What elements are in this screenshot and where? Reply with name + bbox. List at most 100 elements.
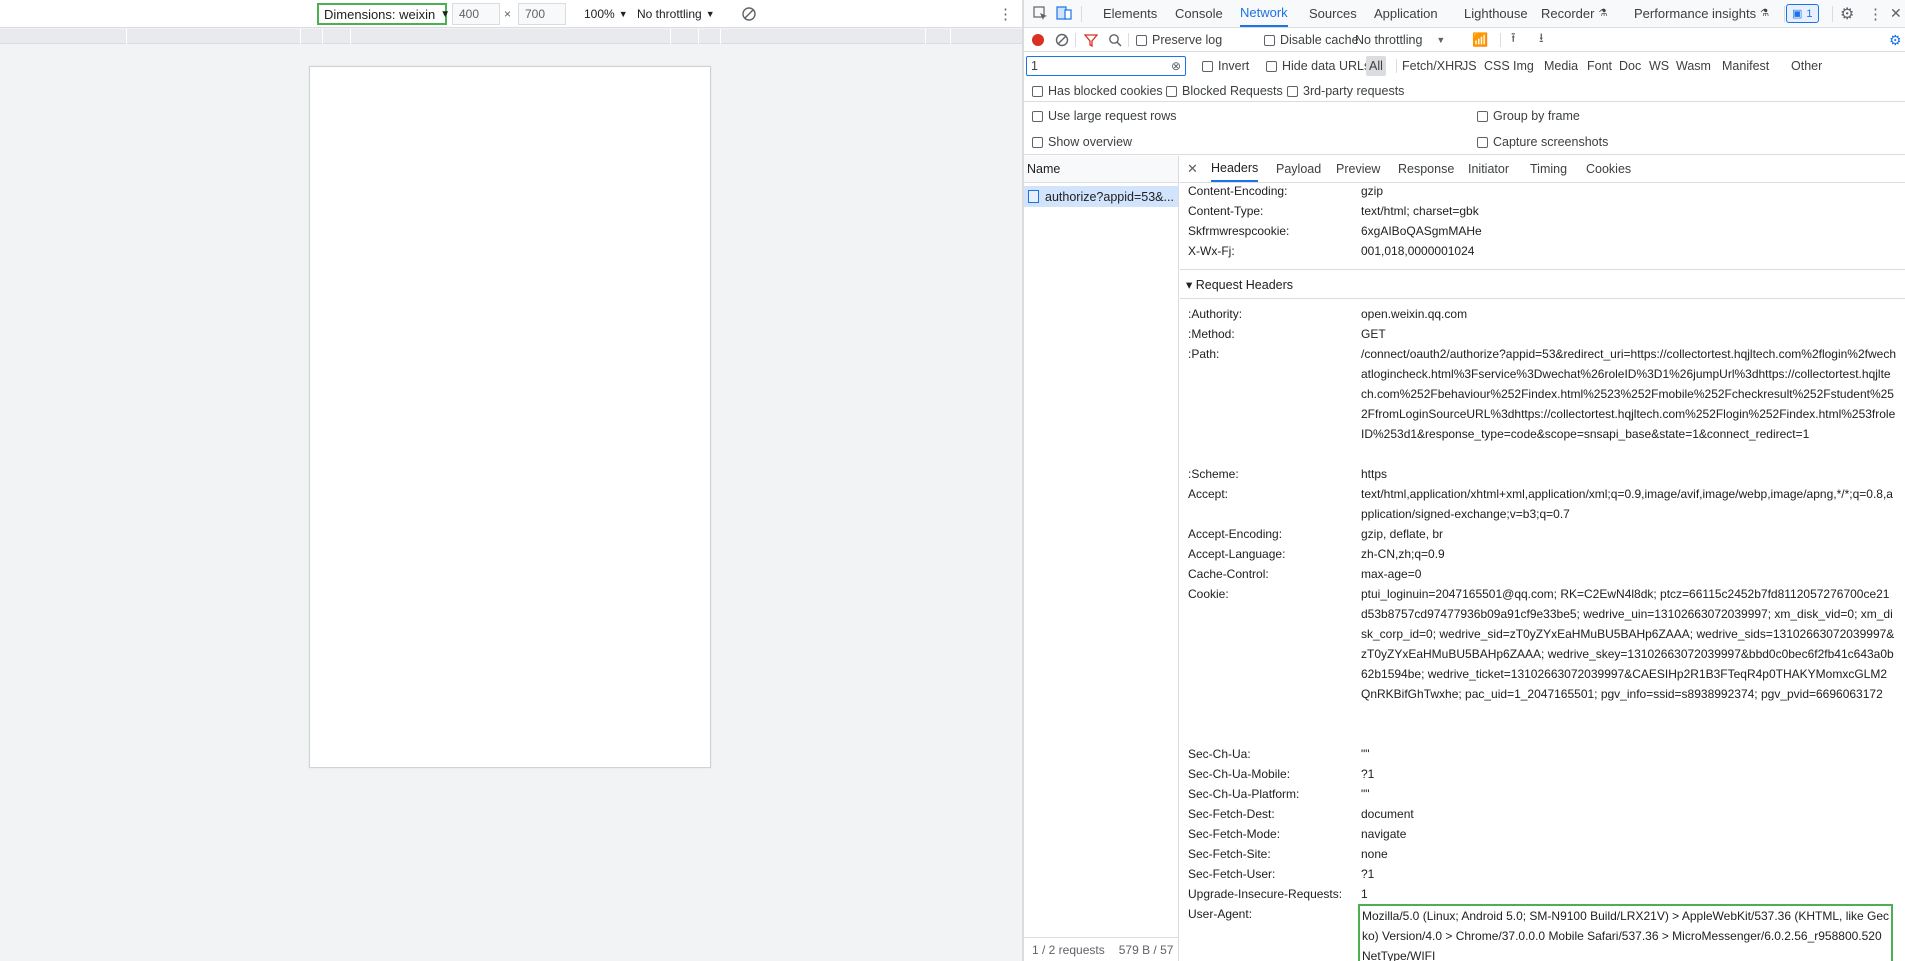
filter-input[interactable]: 1 ⊗ xyxy=(1026,56,1186,76)
throttling-select[interactable]: No throttling ▼ xyxy=(637,3,725,25)
preserve-log-label: Preserve log xyxy=(1152,33,1223,47)
preserve-log-checkbox[interactable]: Preserve log xyxy=(1136,30,1222,50)
type-filter-wasm[interactable]: Wasm xyxy=(1676,56,1711,76)
header-row: X-Wx-Fj: 001,018,0000001024 xyxy=(1180,241,1905,261)
request-list: Name authorize?appid=53&... 1 / 2 reques… xyxy=(1024,156,1179,961)
toolbar-separator xyxy=(1500,33,1501,47)
show-overview-checkbox[interactable]: Show overview xyxy=(1032,133,1132,151)
network-toolbar: Preserve log Disable cache No throttling… xyxy=(1024,28,1905,52)
header-row: Sec-Fetch-Site: none xyxy=(1180,844,1905,864)
request-row[interactable]: authorize?appid=53&... xyxy=(1024,186,1178,207)
tab-sources[interactable]: Sources xyxy=(1309,0,1357,27)
width-input[interactable]: 400 xyxy=(452,3,500,25)
issues-badge[interactable]: ▣ 1 xyxy=(1786,4,1819,23)
tab-recorder-label: Recorder xyxy=(1541,6,1595,21)
type-filter-ws[interactable]: WS xyxy=(1649,56,1669,76)
group-by-frame-label: Group by frame xyxy=(1493,109,1580,123)
dimensions-label: Dimensions: weixin xyxy=(324,6,436,22)
record-icon[interactable] xyxy=(1031,30,1045,50)
capture-screenshots-checkbox[interactable]: Capture screenshots xyxy=(1477,133,1608,151)
has-blocked-cookies-checkbox[interactable]: Has blocked cookies xyxy=(1032,82,1163,100)
request-headers-section-toggle[interactable]: ▾ Request Headers xyxy=(1180,269,1905,299)
more-options-icon[interactable]: ⋮ xyxy=(1868,0,1883,27)
device-toggle-icon[interactable] xyxy=(1054,3,1074,23)
large-rows-checkbox[interactable]: Use large request rows xyxy=(1032,107,1177,125)
type-filter-all[interactable]: All xyxy=(1366,56,1386,76)
tab-initiator[interactable]: Initiator xyxy=(1468,156,1509,182)
header-row: Upgrade-Insecure-Requests: 1 xyxy=(1180,884,1905,904)
checkbox-box xyxy=(1266,60,1277,72)
tab-recorder[interactable]: Recorder ⚗ xyxy=(1541,0,1607,27)
header-row: Sec-Fetch-User: ?1 xyxy=(1180,864,1905,884)
type-filter-media[interactable]: Media xyxy=(1544,56,1578,76)
type-filter-font[interactable]: Font xyxy=(1587,56,1612,76)
close-icon[interactable]: ✕ xyxy=(1187,156,1198,182)
group-by-frame-checkbox[interactable]: Group by frame xyxy=(1477,107,1580,125)
tab-payload[interactable]: Payload xyxy=(1276,156,1321,182)
clear-icon[interactable] xyxy=(1055,30,1069,50)
request-count: 1 / 2 requests xyxy=(1032,942,1105,957)
header-row: Accept-Language: zh-CN,zh;q=0.9 xyxy=(1180,544,1905,564)
tab-performance-insights-label: Performance insights xyxy=(1634,6,1757,21)
tab-application[interactable]: Application xyxy=(1374,0,1438,27)
type-filter-fetch-xhr[interactable]: Fetch/XHR xyxy=(1402,56,1463,76)
tab-console[interactable]: Console xyxy=(1175,0,1223,27)
header-row: Cookie: ptui_loginuin=2047165501@qq.com;… xyxy=(1180,584,1905,744)
export-har-icon[interactable]: ⭳ xyxy=(1539,30,1544,50)
dimensions-select[interactable]: Dimensions: weixin ▼ xyxy=(317,3,450,25)
gear-icon[interactable]: ⚙ xyxy=(1840,0,1854,27)
header-row: Sec-Ch-Ua: "" xyxy=(1180,744,1905,764)
third-party-requests-checkbox[interactable]: 3rd-party requests xyxy=(1287,82,1404,100)
zoom-select[interactable]: 100% ▼ xyxy=(584,3,630,25)
header-name: Sec-Ch-Ua-Platform: xyxy=(1188,787,1300,801)
header-name: Accept-Encoding: xyxy=(1188,527,1283,541)
invert-checkbox[interactable]: Invert xyxy=(1202,56,1249,76)
tab-timing[interactable]: Timing xyxy=(1530,156,1567,182)
type-filter-other[interactable]: Other xyxy=(1791,56,1822,76)
clear-filter-icon[interactable]: ⊗ xyxy=(1171,59,1181,73)
type-filter-img[interactable]: Img xyxy=(1513,56,1534,76)
tab-network[interactable]: Network xyxy=(1240,0,1288,27)
type-filter-css[interactable]: CSS xyxy=(1484,56,1510,76)
inspect-element-icon[interactable] xyxy=(1030,3,1050,23)
tab-headers[interactable]: Headers xyxy=(1211,156,1259,182)
header-name: X-Wx-Fj: xyxy=(1188,244,1235,258)
tab-performance-insights[interactable]: Performance insights ⚗ xyxy=(1634,0,1769,27)
tab-lighthouse[interactable]: Lighthouse xyxy=(1464,0,1528,27)
network-settings-icon[interactable]: ⚙ xyxy=(1889,30,1902,50)
filter-bar: 1 ⊗ Invert Hide data URLs All Fetch/XHR … xyxy=(1024,53,1905,79)
header-name: Upgrade-Insecure-Requests: xyxy=(1188,887,1343,901)
search-icon[interactable] xyxy=(1108,30,1122,50)
header-value: ptui_loginuin=2047165501@qq.com; RK=C2Ew… xyxy=(1361,587,1895,701)
rotate-icon[interactable] xyxy=(741,3,759,25)
type-filter-manifest[interactable]: Manifest xyxy=(1722,56,1769,76)
header-name: Skfrmwrespcookie: xyxy=(1188,224,1290,238)
height-input[interactable]: 700 xyxy=(518,3,566,25)
tab-response[interactable]: Response xyxy=(1398,156,1454,182)
network-conditions-icon[interactable]: 📶 xyxy=(1472,30,1488,50)
import-har-icon[interactable]: ⭱ xyxy=(1511,30,1516,50)
type-filter-js[interactable]: JS xyxy=(1462,56,1477,76)
toolbar-separator xyxy=(1832,6,1833,22)
document-icon xyxy=(1028,190,1039,203)
emulated-device-viewport[interactable] xyxy=(309,66,711,768)
tab-elements[interactable]: Elements xyxy=(1103,0,1157,27)
close-icon[interactable]: ✕ xyxy=(1890,0,1902,27)
tab-cookies[interactable]: Cookies xyxy=(1586,156,1631,182)
disable-cache-checkbox[interactable]: Disable cache xyxy=(1264,30,1359,50)
blocked-requests-checkbox[interactable]: Blocked Requests xyxy=(1166,82,1283,100)
more-options-icon[interactable]: ⋮ xyxy=(998,3,1013,25)
network-throttling-select[interactable]: No throttling ▼ xyxy=(1355,30,1445,50)
hide-data-urls-label: Hide data URLs xyxy=(1282,59,1371,73)
times-sign: × xyxy=(504,7,512,21)
header-row: Accept: text/html,application/xhtml+xml,… xyxy=(1180,484,1905,524)
header-value: ?1 xyxy=(1361,767,1375,781)
message-icon: ▣ xyxy=(1792,8,1803,20)
filter-icon[interactable] xyxy=(1084,30,1098,50)
name-column-header[interactable]: Name xyxy=(1024,156,1178,183)
tab-preview[interactable]: Preview xyxy=(1336,156,1380,182)
type-filter-doc[interactable]: Doc xyxy=(1619,56,1641,76)
header-name: Sec-Ch-Ua: xyxy=(1188,747,1251,761)
hide-data-urls-checkbox[interactable]: Hide data URLs xyxy=(1266,56,1370,76)
headers-view: Content-Encoding: gzip Content-Type: tex… xyxy=(1180,183,1905,961)
